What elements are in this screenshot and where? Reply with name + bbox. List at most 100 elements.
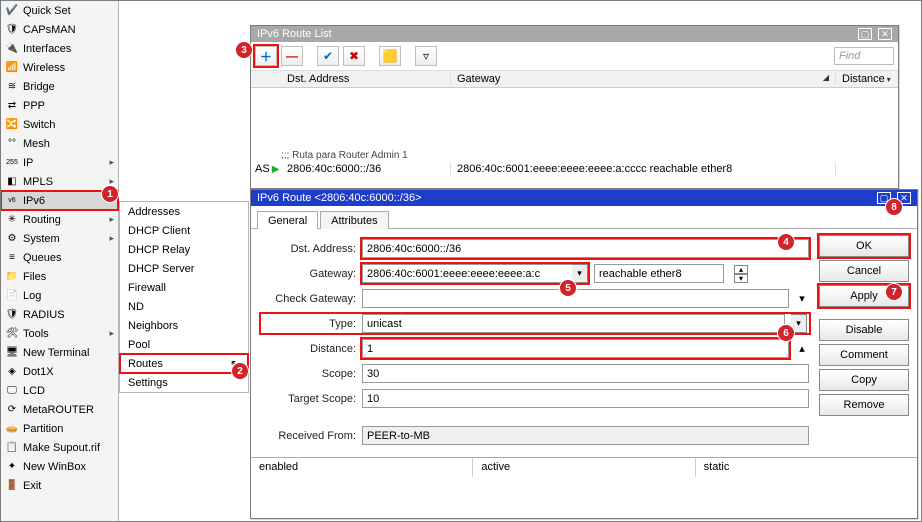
submenu-neighbors[interactable]: Neighbors bbox=[120, 316, 248, 335]
gateway-input[interactable]: 2806:40c:6001:eeee:eeee:eeee:a:c bbox=[362, 264, 572, 283]
menu-label: Tools bbox=[23, 328, 49, 340]
submenu-nd[interactable]: ND bbox=[120, 297, 248, 316]
menu-ip[interactable]: 255IP▸ bbox=[1, 153, 118, 172]
dst-address-input[interactable]: 2806:40c:6000::/36 bbox=[362, 239, 809, 258]
route-row[interactable]: AS▶ 2806:40c:6000::/36 2806:40c:6001:eee… bbox=[251, 161, 898, 177]
metarouter-icon: ⟳ bbox=[5, 403, 19, 417]
col-dst-address[interactable]: Dst. Address bbox=[281, 73, 451, 85]
disable-button[interactable]: ✖ bbox=[343, 46, 365, 66]
status-static: static bbox=[696, 458, 917, 477]
menu-system[interactable]: ⚙System▸ bbox=[1, 229, 118, 248]
gateway-label: Gateway: bbox=[261, 268, 356, 280]
disable-button[interactable]: Disable bbox=[819, 319, 909, 341]
cancel-button[interactable]: Cancel bbox=[819, 260, 909, 282]
menu-log[interactable]: 📄Log bbox=[1, 286, 118, 305]
submenu-routes[interactable]: Routes↖ bbox=[120, 354, 248, 373]
remove-button[interactable]: — bbox=[281, 46, 303, 66]
status-active: active bbox=[473, 458, 695, 477]
menu-new-winbox[interactable]: ✦New WinBox bbox=[1, 457, 118, 476]
submenu-dhcp-server[interactable]: DHCP Server bbox=[120, 259, 248, 278]
menu-label: MPLS bbox=[23, 176, 53, 188]
submenu-label: DHCP Client bbox=[128, 225, 190, 237]
menu-routing[interactable]: ✳Routing▸ bbox=[1, 210, 118, 229]
supout-icon: 📋 bbox=[5, 441, 19, 455]
target-scope-input[interactable]: 10 bbox=[362, 389, 809, 408]
menu-partition[interactable]: 🥧Partition bbox=[1, 419, 118, 438]
add-button[interactable]: ＋ bbox=[255, 46, 277, 66]
status-bar: enabled active static bbox=[251, 457, 917, 477]
route-gateway: 2806:40c:6001:eeee:eeee:eeee:a:cccc reac… bbox=[451, 163, 836, 175]
close-icon[interactable]: ✕ bbox=[878, 28, 892, 40]
received-from-value: PEER-to-MB bbox=[362, 426, 809, 445]
route-dst: 2806:40c:6000::/36 bbox=[281, 163, 451, 175]
comment-button[interactable]: 🟨 bbox=[379, 46, 401, 66]
check-gateway-label: Check Gateway: bbox=[261, 293, 356, 305]
menu-mesh[interactable]: °°Mesh bbox=[1, 134, 118, 153]
copy-button[interactable]: Copy bbox=[819, 369, 909, 391]
cols-menu-icon[interactable]: ▾ bbox=[887, 75, 891, 84]
badge-1: 1 bbox=[101, 185, 119, 203]
menu-new-terminal[interactable]: 🖥New Terminal bbox=[1, 343, 118, 362]
menu-mpls[interactable]: ◧MPLS▸ bbox=[1, 172, 118, 191]
badge-5: 5 bbox=[559, 279, 577, 297]
bridge-icon: ≋ bbox=[5, 80, 19, 94]
menu-label: Partition bbox=[23, 423, 63, 435]
window-titlebar[interactable]: IPv6 Route <2806:40c:6000::/36> ▢ ✕ bbox=[251, 190, 917, 206]
check-gateway-dropdown[interactable]: ▾ bbox=[795, 292, 809, 305]
target-scope-label: Target Scope: bbox=[261, 393, 356, 405]
queues-icon: ≡ bbox=[5, 251, 19, 265]
submenu-settings[interactable]: Settings bbox=[120, 373, 248, 392]
ok-button[interactable]: OK bbox=[819, 235, 909, 257]
remove-button[interactable]: Remove bbox=[819, 394, 909, 416]
route-flag: AS bbox=[255, 163, 270, 175]
list-body[interactable]: ;;; Ruta para Router Admin 1 AS▶ 2806:40… bbox=[251, 88, 898, 180]
minimize-icon[interactable]: ▢ bbox=[858, 28, 872, 40]
submenu-pool[interactable]: Pool bbox=[120, 335, 248, 354]
col-distance[interactable]: Distance▾ bbox=[836, 73, 898, 85]
filter-button[interactable]: ▿ bbox=[415, 46, 437, 66]
menu-wireless[interactable]: 📶Wireless bbox=[1, 58, 118, 77]
menu-capsman[interactable]: 🛡CAPsMAN bbox=[1, 20, 118, 39]
gateway-dropdown[interactable]: ▾ bbox=[572, 264, 588, 283]
submenu-dhcp-relay[interactable]: DHCP Relay bbox=[120, 240, 248, 259]
menu-files[interactable]: 📁Files bbox=[1, 267, 118, 286]
menu-label: Switch bbox=[23, 119, 55, 131]
distance-up[interactable]: ▴ bbox=[795, 342, 809, 355]
menu-lcd[interactable]: 🖵LCD bbox=[1, 381, 118, 400]
type-input[interactable]: unicast bbox=[362, 314, 785, 333]
menu-ppp[interactable]: ⇄PPP bbox=[1, 96, 118, 115]
menu-radius[interactable]: 🛡RADIUS bbox=[1, 305, 118, 324]
menu-exit[interactable]: 🚪Exit bbox=[1, 476, 118, 495]
menu-switch[interactable]: 🔀Switch bbox=[1, 115, 118, 134]
distance-input[interactable]: 1 bbox=[362, 339, 789, 358]
submenu-label: Routes bbox=[128, 358, 163, 370]
submenu-addresses[interactable]: Addresses bbox=[120, 202, 248, 221]
menu-bridge[interactable]: ≋Bridge bbox=[1, 77, 118, 96]
submenu-firewall[interactable]: Firewall bbox=[120, 278, 248, 297]
badge-8: 8 bbox=[885, 198, 903, 216]
menu-quick-set[interactable]: ✔️Quick Set bbox=[1, 1, 118, 20]
menu-label: RADIUS bbox=[23, 309, 65, 321]
col-gateway[interactable]: Gateway◢ bbox=[451, 73, 836, 85]
tab-general[interactable]: General bbox=[257, 211, 318, 229]
menu-tools[interactable]: 🛠Tools▸ bbox=[1, 324, 118, 343]
mpls-icon: ◧ bbox=[5, 175, 19, 189]
submenu-dhcp-client[interactable]: DHCP Client bbox=[120, 221, 248, 240]
menu-metarouter[interactable]: ⟳MetaROUTER bbox=[1, 400, 118, 419]
menu-interfaces[interactable]: 🔌Interfaces bbox=[1, 39, 118, 58]
menu-make-supout[interactable]: 📋 Make Supout.rif bbox=[1, 438, 118, 457]
menu-dot1x[interactable]: ◈Dot1X bbox=[1, 362, 118, 381]
scope-input[interactable]: 30 bbox=[362, 364, 809, 383]
find-input[interactable]: Find bbox=[834, 47, 894, 65]
tab-attributes[interactable]: Attributes bbox=[320, 211, 388, 229]
ipv6-route-edit-window: IPv6 Route <2806:40c:6000::/36> ▢ ✕ Gene… bbox=[250, 189, 918, 519]
menu-label: Exit bbox=[23, 480, 41, 492]
menu-queues[interactable]: ≡Queues bbox=[1, 248, 118, 267]
enable-button[interactable]: ✔ bbox=[317, 46, 339, 66]
comment-button[interactable]: Comment bbox=[819, 344, 909, 366]
menu-label: IP bbox=[23, 157, 33, 169]
window-titlebar[interactable]: IPv6 Route List ▢ ✕ bbox=[251, 26, 898, 42]
gateway-spinner[interactable]: ▴▾ bbox=[734, 265, 748, 283]
menu-label: Make Supout.rif bbox=[23, 442, 100, 454]
chevron-right-icon: ▸ bbox=[109, 157, 114, 168]
